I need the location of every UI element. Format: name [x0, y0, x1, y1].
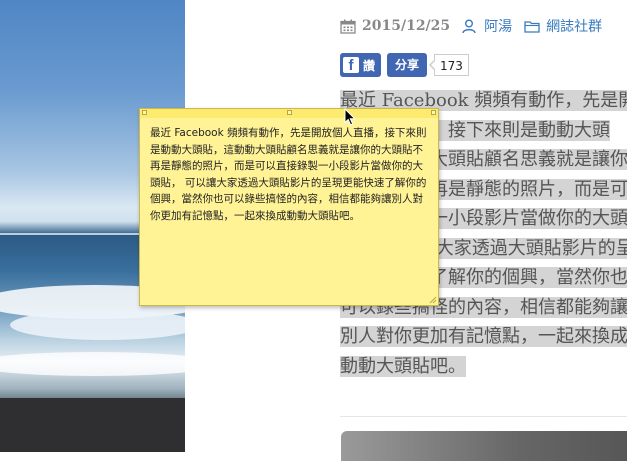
calendar-icon: [340, 19, 356, 34]
facebook-like-button[interactable]: f 讚: [340, 53, 382, 77]
like-label: 讚: [363, 58, 376, 73]
resize-grip-icon[interactable]: [429, 296, 437, 304]
share-count: 173: [429, 54, 469, 76]
category-link[interactable]: 網誌社群: [546, 16, 602, 36]
social-buttons: f 讚 分享 173: [340, 53, 469, 77]
note-center-handle[interactable]: [287, 110, 292, 115]
mouse-cursor-icon: [344, 108, 356, 126]
sticky-note[interactable]: 最近 Facebook 頻頻有動作，先是開放個人直播，接下來則是動動大頭貼，這動…: [139, 108, 439, 306]
post-meta: 2015/12/25 阿湯 網誌社群: [340, 14, 602, 38]
facebook-share-button[interactable]: 分享: [387, 53, 428, 77]
sticky-note-text[interactable]: 最近 Facebook 頻頻有動作，先是開放個人直播，接下來則是動動大頭貼，這動…: [150, 125, 430, 225]
note-left-handle[interactable]: [142, 110, 147, 115]
user-icon: [462, 19, 476, 33]
post-date: 2015/12/25: [362, 18, 451, 34]
bottom-banner: [341, 431, 627, 461]
note-right-handle[interactable]: [431, 110, 436, 115]
section-divider: [340, 416, 627, 417]
author-link[interactable]: 阿湯: [484, 16, 512, 36]
folder-icon: [524, 20, 540, 33]
facebook-icon: f: [343, 57, 359, 74]
